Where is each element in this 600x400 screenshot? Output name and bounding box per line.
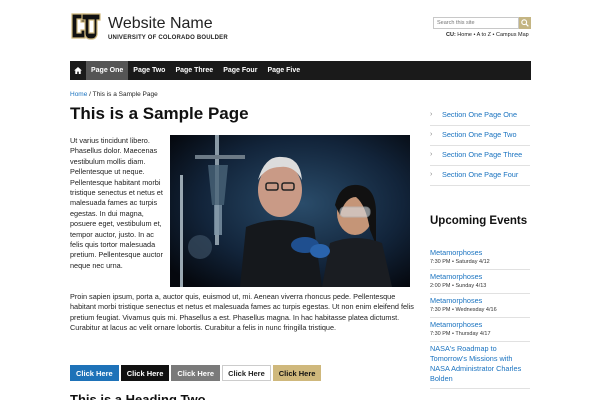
event-item[interactable]: Metamorphoses 7:30 PM • Wednesday 4/16 (430, 294, 530, 318)
side-menu-label: Section One Page One (442, 110, 518, 119)
event-item[interactable]: Metamorphoses 2:00 PM • Sunday 4/13 (430, 270, 530, 294)
cu-logo-icon[interactable] (70, 10, 102, 42)
side-menu-label: Section One Page Three (442, 150, 523, 159)
button-row: Click Here Click Here Click Here Click H… (70, 365, 322, 381)
event-item[interactable]: NASA's Roadmap to Tomorrow's Missions wi… (430, 342, 530, 389)
cu-link-list[interactable]: Home • A to Z • Campus Map (456, 32, 528, 38)
search-icon (521, 19, 529, 27)
click-here-button-blue[interactable]: Click Here (70, 365, 119, 381)
event-title[interactable]: Metamorphoses (430, 272, 530, 282)
events-list: Metamorphoses 7:30 PM • Saturday 4/12 Me… (430, 246, 530, 389)
side-menu-item[interactable]: › Section One Page Three (430, 146, 530, 166)
chevron-right-icon: › (430, 111, 433, 118)
cu-links[interactable]: CU: Home • A to Z • Campus Map (446, 32, 529, 38)
event-item[interactable]: Metamorphoses 7:30 PM • Thursday 4/17 (430, 318, 530, 342)
event-time: 7:30 PM • Wednesday 4/16 (430, 307, 497, 313)
heading-two: This is a Heading Two (70, 392, 206, 400)
breadcrumb-home-link[interactable]: Home (70, 91, 87, 98)
side-menu-item[interactable]: › Section One Page Four (430, 166, 530, 186)
breadcrumb-current: This is a Sample Page (92, 91, 158, 98)
click-here-button-white[interactable]: Click Here (222, 365, 271, 381)
nav-item-page-one[interactable]: Page One (86, 61, 129, 80)
cu-label: CU: (446, 32, 456, 38)
search-input[interactable] (433, 17, 519, 29)
events-heading: Upcoming Events (430, 215, 528, 227)
click-here-button-gray[interactable]: Click Here (171, 365, 221, 381)
site-header: Website Name UNIVERSITY OF COLORADO BOUL… (0, 0, 600, 58)
event-title[interactable]: NASA's Roadmap to Tomorrow's Missions wi… (430, 344, 530, 384)
event-title[interactable]: Metamorphoses (430, 320, 530, 330)
side-menu-label: Section One Page Four (442, 170, 519, 179)
intro-paragraph: Ut varius tincidunt libero. Phasellus do… (70, 136, 163, 270)
side-menu-label: Section One Page Two (442, 130, 517, 139)
lab-photo (170, 135, 410, 287)
body-paragraph: Proin sapien ipsum, porta a, auctor quis… (70, 292, 414, 333)
nav-item-page-three[interactable]: Page Three (170, 61, 218, 80)
page-title: This is a Sample Page (70, 104, 249, 123)
university-name[interactable]: UNIVERSITY OF COLORADO BOULDER (108, 35, 228, 41)
section-menu: › Section One Page One › Section One Page … (430, 106, 530, 186)
nav-home[interactable] (70, 61, 86, 80)
side-menu-item[interactable]: › Section One Page One (430, 106, 530, 126)
lab-scene-image (170, 135, 410, 287)
nav-item-page-four[interactable]: Page Four (218, 61, 262, 80)
event-title[interactable]: Metamorphoses (430, 296, 530, 306)
chevron-right-icon: › (430, 151, 433, 158)
site-name[interactable]: Website Name (108, 15, 213, 33)
nav-item-page-five[interactable]: Page Five (262, 61, 305, 80)
side-menu-item[interactable]: › Section One Page Two (430, 126, 530, 146)
chevron-right-icon: › (430, 131, 433, 138)
click-here-button-black[interactable]: Click Here (120, 365, 170, 381)
search-button[interactable] (519, 17, 531, 29)
event-time: 2:00 PM • Sunday 4/13 (430, 283, 487, 289)
event-time: 7:30 PM • Thursday 4/17 (430, 331, 491, 337)
main-nav: Page One Page Two Page Three Page Four P… (70, 61, 531, 80)
click-here-button-gold[interactable]: Click Here (272, 365, 322, 381)
event-item[interactable]: Metamorphoses 7:30 PM • Saturday 4/12 (430, 246, 530, 270)
event-time: 7:30 PM • Saturday 4/12 (430, 259, 490, 265)
event-title[interactable]: Metamorphoses (430, 248, 530, 258)
home-icon (74, 67, 82, 74)
breadcrumb: Home / This is a Sample Page (70, 91, 158, 98)
nav-item-page-two[interactable]: Page Two (128, 61, 170, 80)
chevron-right-icon: › (430, 171, 433, 178)
